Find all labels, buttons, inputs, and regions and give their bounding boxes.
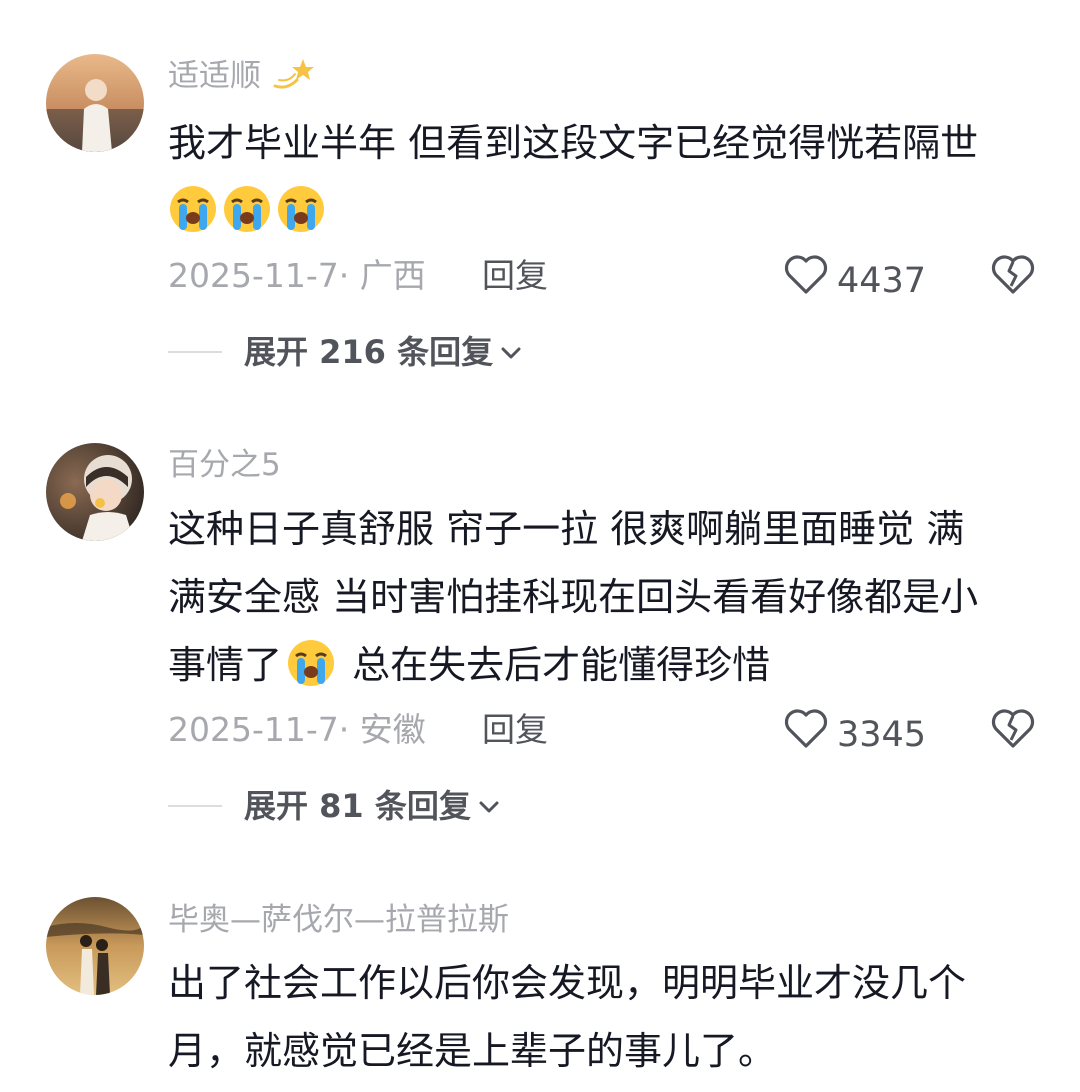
expand-replies-button[interactable]: 展开 216 条回复 xyxy=(168,330,523,374)
heart-icon xyxy=(783,254,837,307)
loudly-crying-face-icon xyxy=(276,184,326,248)
like-button[interactable]: 3345 xyxy=(783,708,926,761)
avatar[interactable] xyxy=(46,897,144,995)
loudly-crying-face-icon xyxy=(168,184,218,248)
dizzy-star-icon xyxy=(271,56,315,102)
like-count: 3345 xyxy=(837,714,927,755)
broken-heart-icon xyxy=(990,255,1036,300)
divider xyxy=(168,351,222,353)
like-count: 4437 xyxy=(837,260,927,301)
reply-button[interactable]: 回复 xyxy=(482,708,548,752)
avatar[interactable] xyxy=(46,443,144,541)
comment-text: 出了社会工作以后你会发现，明明毕业才没几个 月，就感觉已经是上辈子的事儿了。 xyxy=(168,961,967,1073)
divider xyxy=(168,805,222,807)
broken-heart-icon xyxy=(990,709,1036,754)
dislike-button[interactable] xyxy=(990,254,1036,300)
comment-text-line: 事情了 总在失去后才能懂得珍惜 xyxy=(168,638,1048,702)
date-location: 2025-11-7· 广西 xyxy=(168,256,426,295)
username[interactable]: 毕奥—萨伐尔—拉普拉斯 xyxy=(168,900,509,940)
loudly-crying-face-icon xyxy=(222,184,272,248)
chevron-down-icon xyxy=(477,784,501,828)
avatar[interactable] xyxy=(46,54,144,152)
emoji-row xyxy=(168,184,1048,248)
comment-text: 这种日子真舒服 帘子一拉 很爽啊躺里面睡觉 满 满安全感 当时害怕挂科现在回头看… xyxy=(168,502,1048,702)
chevron-down-icon xyxy=(499,330,523,374)
heart-icon xyxy=(783,708,837,761)
loudly-crying-face-icon xyxy=(286,638,336,702)
dislike-button[interactable] xyxy=(990,708,1036,754)
expand-replies-button[interactable]: 展开 81 条回复 xyxy=(168,784,501,828)
date-location: 2025-11-7· 安徽 xyxy=(168,710,426,749)
like-button[interactable]: 4437 xyxy=(783,254,926,307)
username[interactable]: 适适顺 xyxy=(168,56,315,102)
comment-text: 我才毕业半年 但看到这段文字已经觉得恍若隔世 xyxy=(168,116,1048,248)
username[interactable]: 百分之5 xyxy=(168,445,281,485)
reply-button[interactable]: 回复 xyxy=(482,254,548,298)
